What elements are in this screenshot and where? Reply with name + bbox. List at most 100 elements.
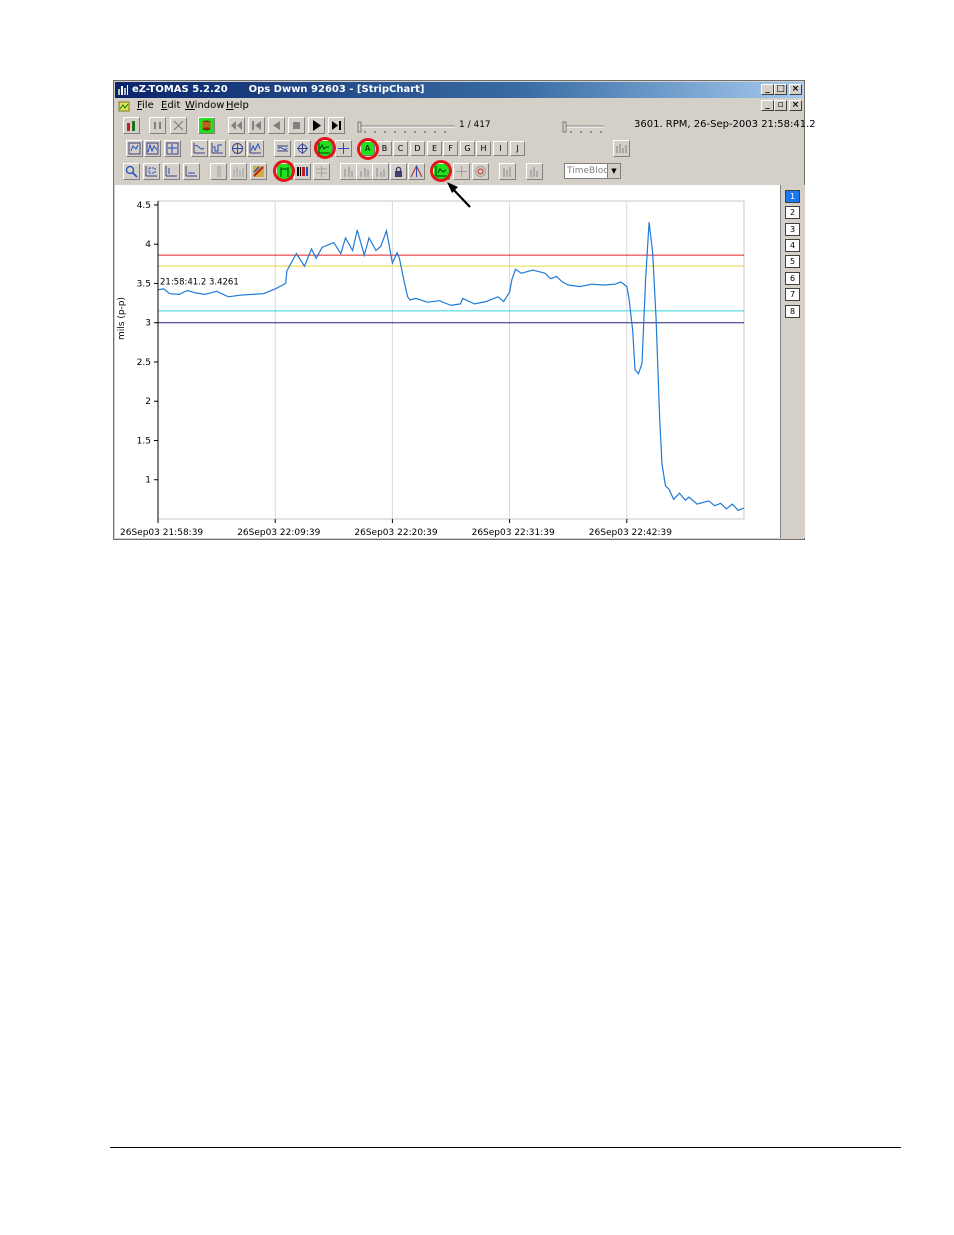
zoom-box-button[interactable] xyxy=(143,163,160,180)
strip-chart[interactable]: 26Sep03 21:58:39 26Sep03 22:09:39 26Sep03 … xyxy=(115,185,780,538)
zoom-x-button[interactable] xyxy=(183,163,200,180)
annotate-button[interactable] xyxy=(453,163,470,180)
highlight-ring-scale xyxy=(430,160,452,182)
highlight-ring-channel-a xyxy=(357,138,379,160)
highlight-ring-alarm xyxy=(273,160,295,182)
stop-x-button[interactable] xyxy=(170,117,187,134)
waterfall-button[interactable] xyxy=(247,140,264,157)
x-tick-label: 26Sep03 22:20:39 xyxy=(354,528,437,538)
spiral-button[interactable] xyxy=(472,163,489,180)
channel-2-button[interactable]: 2 xyxy=(785,206,800,219)
channel-6-button[interactable]: 6 xyxy=(785,272,800,285)
channel-j-button[interactable]: J xyxy=(510,141,525,156)
bars-y-button[interactable] xyxy=(526,163,543,180)
child-restore-button[interactable]: ▫ xyxy=(774,100,787,111)
database-button[interactable] xyxy=(198,117,215,134)
child-minimize-button[interactable]: _ xyxy=(761,100,774,111)
app-icon xyxy=(118,85,128,95)
lock-icon[interactable] xyxy=(390,163,407,180)
timeblock-select[interactable]: TimeBlock ▼ xyxy=(564,163,621,179)
document-icon xyxy=(118,101,130,112)
chevron-down-icon[interactable]: ▼ xyxy=(607,164,620,178)
close-button[interactable]: × xyxy=(789,84,802,95)
bar-a-button[interactable] xyxy=(340,163,357,180)
maximize-button[interactable]: □ xyxy=(774,84,787,95)
peak-button[interactable] xyxy=(408,163,425,180)
highlight-ring-strip xyxy=(314,137,336,159)
channel-b-button[interactable]: B xyxy=(377,141,392,156)
status-readout: 3601. RPM, 26-Sep-2003 21:58:41.2 xyxy=(634,119,816,130)
speed-slider[interactable] xyxy=(561,121,606,134)
waveform-button[interactable] xyxy=(144,140,161,157)
trend-button[interactable] xyxy=(209,140,226,157)
polar-button[interactable] xyxy=(229,140,246,157)
channel-c-button[interactable]: C xyxy=(393,141,408,156)
channel-e-button[interactable]: E xyxy=(427,141,442,156)
channel-5-button[interactable]: 5 xyxy=(785,255,800,268)
menu-bar: File Edit Window Help _ ▫ × xyxy=(115,98,803,115)
color-palette-button[interactable] xyxy=(250,163,267,180)
cursor-single-button[interactable] xyxy=(210,163,227,180)
plot-area xyxy=(157,200,745,520)
frame-counter: 1 / 417 xyxy=(459,120,491,130)
y-tick-label: 1 xyxy=(145,476,151,486)
menu-help[interactable]: Help xyxy=(226,100,249,111)
channel-f-button[interactable]: F xyxy=(443,141,458,156)
channel-panel: 1 2 3 4 5 6 7 8 xyxy=(780,185,805,538)
y-tick-label: 1.5 xyxy=(137,436,151,446)
channel-8-button[interactable]: 8 xyxy=(785,305,800,318)
app-title: eZ-TOMAS 5.2.20 xyxy=(132,84,228,95)
x-tick-label: 26Sep03 22:09:39 xyxy=(237,528,320,538)
channel-1-button[interactable]: 1 xyxy=(785,190,800,203)
y-tick-label: 3.5 xyxy=(137,279,151,289)
skip-end-button[interactable] xyxy=(328,117,345,134)
app-window: eZ-TOMAS 5.2.20 Ops Dwwn 92603 - [StripC… xyxy=(113,80,816,540)
menu-edit[interactable]: Edit xyxy=(161,100,180,111)
filter-button[interactable] xyxy=(313,163,330,180)
bar-b-button[interactable] xyxy=(356,163,373,180)
shaft-button[interactable] xyxy=(274,140,291,157)
step-back-button[interactable] xyxy=(268,117,285,134)
y-tick-label: 3 xyxy=(145,319,151,329)
y-tick-label: 4.5 xyxy=(137,201,151,211)
channel-d-button[interactable]: D xyxy=(410,141,425,156)
menu-window[interactable]: Window xyxy=(185,100,224,111)
channel-7-button[interactable]: 7 xyxy=(785,288,800,301)
x-tick-label: 26Sep03 21:58:39 xyxy=(120,528,203,538)
crosshair-button[interactable] xyxy=(335,140,352,157)
channel-g-button[interactable]: G xyxy=(460,141,475,156)
cursor-harmonic-button[interactable] xyxy=(230,163,247,180)
run-button[interactable] xyxy=(123,117,140,134)
bars-x-button[interactable] xyxy=(499,163,516,180)
child-close-button[interactable]: × xyxy=(789,100,802,111)
bode-button[interactable] xyxy=(191,140,208,157)
group-button[interactable] xyxy=(613,140,630,157)
channel-h-button[interactable]: H xyxy=(476,141,491,156)
zoom-icon[interactable] xyxy=(123,163,140,180)
channel-i-button[interactable]: I xyxy=(493,141,508,156)
channel-3-button[interactable]: 3 xyxy=(785,223,800,236)
stop-button[interactable] xyxy=(288,117,305,134)
orbit-plot-button[interactable] xyxy=(126,140,143,157)
title-bar[interactable]: eZ-TOMAS 5.2.20 Ops Dwwn 92603 - [StripC… xyxy=(115,82,803,98)
spectrum-button[interactable] xyxy=(164,140,181,157)
frame-slider[interactable] xyxy=(357,121,457,134)
pause-button[interactable] xyxy=(149,117,166,134)
cascade-button[interactable] xyxy=(294,140,311,157)
skip-start-button[interactable] xyxy=(248,117,265,134)
chart-svg: 26Sep03 21:58:39 26Sep03 22:09:39 26Sep03 … xyxy=(120,200,745,538)
minimize-button[interactable]: _ xyxy=(761,84,774,95)
x-tick-label: 26Sep03 22:31:39 xyxy=(472,528,555,538)
cursor-label: 21:58:41.2 3.4261 xyxy=(160,277,239,287)
channel-4-button[interactable]: 4 xyxy=(785,239,800,252)
play-button[interactable] xyxy=(308,117,325,134)
x-tick-label: 26Sep03 22:42:39 xyxy=(589,528,672,538)
bar-c-button[interactable] xyxy=(372,163,389,180)
y-tick-label: 2 xyxy=(145,397,151,407)
menu-file[interactable]: File xyxy=(137,100,154,111)
footer-rule xyxy=(110,1147,901,1148)
rewind-button[interactable] xyxy=(228,117,245,134)
zoom-y-button[interactable] xyxy=(163,163,180,180)
y-tick-label: 2.5 xyxy=(137,358,151,368)
barcode-button[interactable] xyxy=(294,163,311,180)
